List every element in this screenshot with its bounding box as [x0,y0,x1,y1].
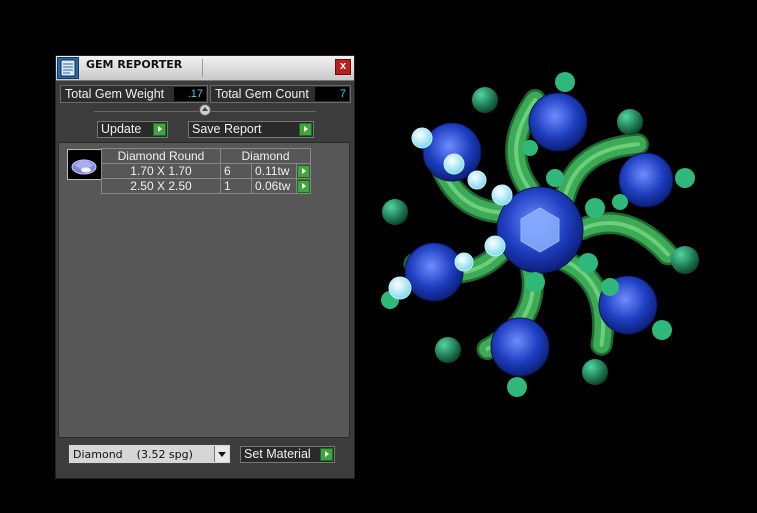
title-bar[interactable]: GEM REPORTER x [56,56,354,81]
total-gem-count-label: Total Gem Count [215,87,309,101]
green-arrow-icon[interactable] [297,179,310,193]
close-icon: x [339,60,347,72]
window-title: GEM REPORTER [86,58,183,71]
close-button[interactable]: x [335,59,351,75]
gem-table: Diamond Round Diamond 1.70 X 1.70 6 0.11… [101,148,311,194]
row-action-cell[interactable] [296,178,311,194]
brooch-model [381,72,699,397]
jewelry-3d-viewport[interactable] [370,60,715,405]
table-row[interactable]: 2.50 X 2.50 1 0.06tw [101,178,311,194]
gem-size-cell: 2.50 X 2.50 [101,178,221,194]
total-gem-weight-value: .17 [174,87,206,101]
chevron-down-icon[interactable] [214,446,229,462]
gem-count-cell: 1 [220,178,252,194]
gem-size-cell: 1.70 X 1.70 [101,163,221,179]
update-button-label: Update [101,122,142,136]
total-gem-count-value: 7 [315,87,349,101]
save-report-button-label: Save Report [192,122,262,136]
splitter-handle[interactable] [199,104,211,116]
title-separator [202,59,203,77]
total-gem-weight-box: Total Gem Weight .17 [60,85,208,103]
set-material-button-label: Set Material [244,447,311,461]
diamond-round-thumbnail [67,149,102,180]
green-arrow-icon [299,123,312,136]
gem-list-area: Diamond Round Diamond 1.70 X 1.70 6 0.11… [58,142,350,438]
gem-reporter-icon [57,57,79,79]
gem-count-cell: 6 [220,163,252,179]
total-gem-count-box: Total Gem Count 7 [210,85,351,103]
total-gem-weight-label: Total Gem Weight [65,87,165,101]
green-arrow-icon[interactable] [297,164,310,178]
green-arrow-icon [320,448,333,461]
table-header-row: Diamond Round Diamond [101,148,311,164]
material-dropdown[interactable]: Diamond (3.52 spg) [68,444,231,464]
table-row[interactable]: 1.70 X 1.70 6 0.11tw [101,163,311,179]
gem-weight-cell: 0.06tw [251,178,297,194]
save-report-button[interactable]: Save Report [188,121,314,138]
material-selected-value: Diamond (3.52 spg) [73,448,193,461]
green-arrow-icon [153,123,166,136]
update-button[interactable]: Update [97,121,168,138]
gem-reporter-window: GEM REPORTER x Total Gem Weight .17 Tota… [55,55,355,479]
gem-weight-cell: 0.11tw [251,163,297,179]
set-material-button[interactable]: Set Material [240,446,335,463]
column-header-shape: Diamond Round [101,148,221,164]
row-action-cell[interactable] [296,163,311,179]
column-header-material: Diamond [220,148,311,164]
